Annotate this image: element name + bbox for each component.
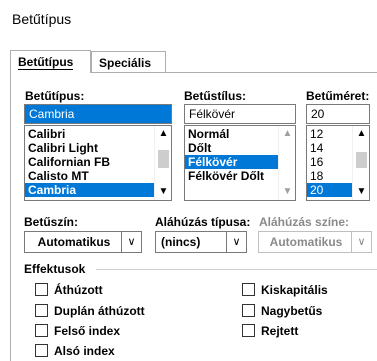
chevron-down-icon[interactable]: ∨	[351, 232, 371, 252]
font-list[interactable]: Calibri Calibri Light Californian FB Cal…	[24, 125, 172, 201]
tab-advanced-label: Speciális	[99, 56, 152, 70]
font-color-value: Automatikus	[37, 235, 111, 249]
size-list-scrollbar[interactable]: ▲ ▼	[352, 126, 369, 200]
style-list-scrollbar[interactable]: ▲ ▼	[278, 126, 295, 200]
superscript-checkbox[interactable]	[35, 324, 48, 337]
underline-color-dropdown[interactable]: Automatikus ∨	[258, 231, 372, 253]
subscript-label: Alsó index	[54, 344, 115, 358]
underline-color-value: Automatikus	[269, 235, 343, 249]
chevron-down-icon[interactable]: ∨	[121, 232, 141, 252]
double-strikethrough-label: Duplán áthúzott	[54, 304, 145, 318]
tab-font-label: Betűtípus	[18, 55, 74, 70]
scroll-up-icon[interactable]: ▲	[155, 126, 171, 142]
font-input[interactable]: Cambria	[24, 104, 172, 124]
scroll-thumb[interactable]	[158, 150, 169, 168]
tab-font[interactable]: Betűtípus	[10, 50, 91, 73]
underline-style-value: (nincs)	[161, 235, 201, 249]
dialog-title: Betűtípus	[12, 11, 72, 27]
superscript-label: Felső index	[54, 324, 121, 338]
chevron-down-icon[interactable]: ∨	[226, 232, 246, 252]
subscript-checkbox[interactable]	[35, 344, 48, 357]
font-list-item[interactable]: Californian FB	[25, 155, 171, 169]
tab-advanced[interactable]: Speciális	[91, 51, 166, 72]
hidden-label: Rejtett	[261, 324, 299, 338]
effects-divider	[96, 269, 377, 270]
size-label: Betűméret:	[306, 89, 370, 103]
scroll-down-icon[interactable]: ▼	[353, 184, 369, 200]
hidden-checkbox[interactable]	[242, 324, 255, 337]
style-list[interactable]: Normál Dőlt Félkövér Félkövér Dőlt ▲ ▼	[184, 125, 296, 201]
all-caps-label: Nagybetűs	[261, 304, 323, 318]
scroll-up-icon[interactable]: ▲	[279, 126, 295, 142]
font-list-item[interactable]: Calibri	[25, 127, 171, 141]
strikethrough-label: Áthúzott	[54, 283, 103, 297]
font-label: Betűtípus:	[25, 89, 85, 103]
size-input[interactable]: 20	[306, 104, 370, 124]
style-input[interactable]: Félkövér	[184, 104, 296, 124]
scroll-down-icon[interactable]: ▼	[155, 184, 171, 200]
font-color-dropdown[interactable]: Automatikus ∨	[24, 231, 142, 253]
scroll-down-icon[interactable]: ▼	[279, 184, 295, 200]
font-list-item[interactable]: Calibri Light	[25, 141, 171, 155]
style-label: Betűstílus:	[184, 89, 247, 103]
underline-style-dropdown[interactable]: (nincs) ∨	[155, 231, 247, 253]
font-list-scrollbar[interactable]: ▲ ▼	[154, 126, 171, 200]
scroll-up-icon[interactable]: ▲	[353, 126, 369, 142]
all-caps-checkbox[interactable]	[242, 304, 255, 317]
size-list[interactable]: 12 14 16 18 20 ▲ ▼	[306, 125, 370, 201]
effects-label: Effektusok	[24, 262, 90, 276]
double-strikethrough-checkbox[interactable]	[35, 304, 48, 317]
strikethrough-checkbox[interactable]	[35, 283, 48, 296]
small-caps-checkbox[interactable]	[242, 283, 255, 296]
underline-color-label: Aláhúzás színe:	[259, 215, 350, 229]
font-list-item-selected[interactable]: Cambria	[25, 183, 171, 197]
scroll-thumb[interactable]	[356, 152, 367, 168]
underline-style-label: Aláhúzás típusa:	[155, 215, 251, 229]
font-color-label: Betűszín:	[24, 215, 78, 229]
font-list-item[interactable]: Calisto MT	[25, 169, 171, 183]
small-caps-label: Kiskapitális	[261, 283, 328, 297]
